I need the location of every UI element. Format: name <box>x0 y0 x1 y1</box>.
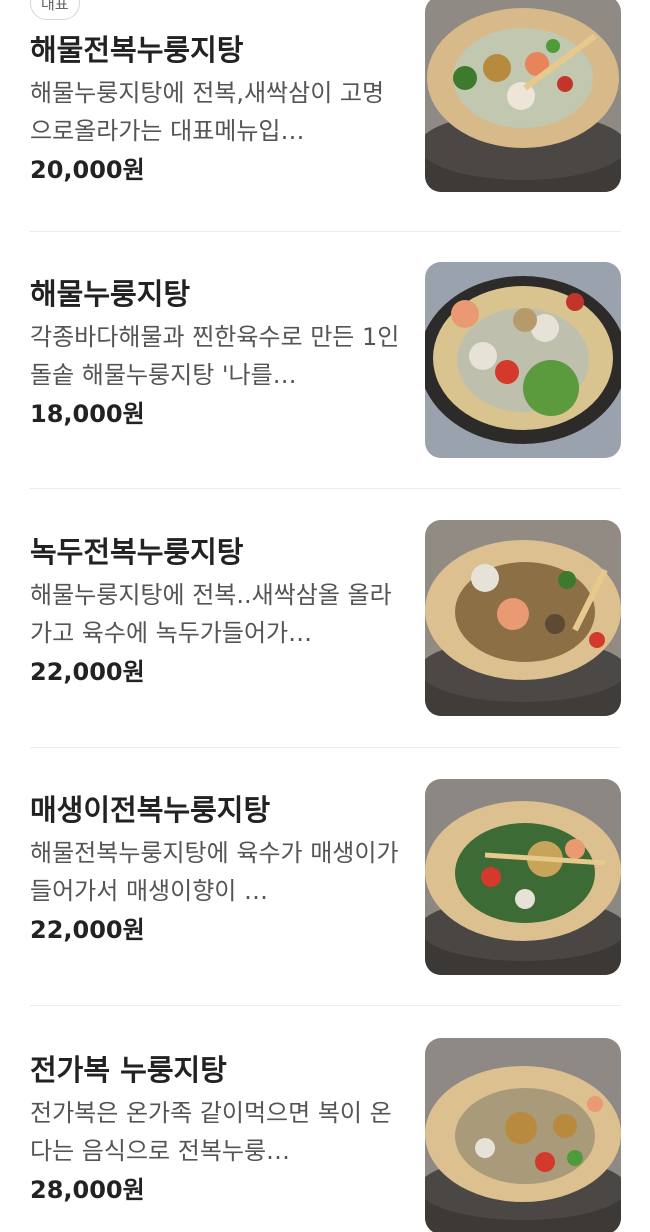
food-photo-icon <box>425 520 621 716</box>
menu-item-price: 28,000원 <box>30 1176 145 1204</box>
menu-item-text: 녹두전복누룽지탕 해물누룽지탕에 전복..새싹삼올 올라가고 육수에 녹두가들어… <box>30 532 402 690</box>
menu-item-text: 해물전복누룽지탕 해물누룽지탕에 전복,새싹삼이 고명으로올라가는 대표메뉴입…… <box>30 30 402 188</box>
menu-item-price: 20,000원 <box>30 156 145 184</box>
menu-item-description: 전가복은 온가족 같이먹으면 복이 온다는 음식으로 전복누룽… <box>30 1099 392 1165</box>
mungbean-abalone-nurungji-pot-photo[interactable] <box>425 520 621 716</box>
divider <box>30 231 621 232</box>
menu-item-name: 해물누룽지탕 <box>30 277 191 311</box>
food-photo-icon <box>425 0 621 192</box>
menu-item-jeongabok-nurungji[interactable]: 전가복 누룽지탕 전가복은 온가족 같이먹으면 복이 온다는 음식으로 전복누룽… <box>0 1032 650 1232</box>
food-photo-icon <box>425 1038 621 1232</box>
menu-item-name: 전가복 누룽지탕 <box>30 1053 227 1087</box>
menu-item-name: 해물전복누룽지탕 <box>30 33 244 67</box>
menu-item-mungbean-abalone-nurungji[interactable]: 녹두전복누룽지탕 해물누룽지탕에 전복..새싹삼올 올라가고 육수에 녹두가들어… <box>0 516 650 774</box>
menu-item-description: 해물누룽지탕에 전복..새싹삼올 올라가고 육수에 녹두가들어가… <box>30 581 392 647</box>
menu-item-seaweed-abalone-nurungji[interactable]: 매생이전복누룽지탕 해물전복누룽지탕에 육수가 매생이가 들어가서 매생이향이 … <box>0 774 650 1032</box>
menu-list: 대표 해물전복누룽지탕 해물누룽지탕에 전복,새싹삼이 고명으로올라가는 대표메… <box>0 0 650 1232</box>
menu-item-seafood-abalone-nurungji[interactable]: 대표 해물전복누룽지탕 해물누룽지탕에 전복,새싹삼이 고명으로올라가는 대표메… <box>0 0 650 258</box>
divider <box>30 747 621 748</box>
food-photo-icon <box>425 779 621 975</box>
divider <box>30 1005 621 1006</box>
menu-item-description: 각종바다해물과 찐한육수로 만든 1인돌솥 해물누룽지탕 '나를… <box>30 323 400 389</box>
signature-badge: 대표 <box>30 0 80 20</box>
menu-item-name: 녹두전복누룽지탕 <box>30 535 244 569</box>
menu-item-price: 18,000원 <box>30 400 145 428</box>
food-photo-icon <box>425 262 621 458</box>
menu-item-text: 해물누룽지탕 각종바다해물과 찐한육수로 만든 1인돌솥 해물누룽지탕 '나를…… <box>30 274 402 432</box>
menu-item-price: 22,000원 <box>30 916 145 944</box>
seafood-nurungji-pot-photo[interactable] <box>425 262 621 458</box>
seaweed-abalone-nurungji-pot-photo[interactable] <box>425 779 621 975</box>
menu-item-text: 매생이전복누룽지탕 해물전복누룽지탕에 육수가 매생이가 들어가서 매생이향이 … <box>30 790 402 948</box>
menu-item-text: 전가복 누룽지탕 전가복은 온가족 같이먹으면 복이 온다는 음식으로 전복누룽… <box>30 1050 402 1208</box>
divider <box>30 488 621 489</box>
menu-item-price: 22,000원 <box>30 658 145 686</box>
seafood-abalone-nurungji-pot-photo[interactable] <box>425 0 621 192</box>
menu-item-description: 해물누룽지탕에 전복,새싹삼이 고명으로올라가는 대표메뉴입… <box>30 79 385 145</box>
menu-item-seafood-nurungji[interactable]: 해물누룽지탕 각종바다해물과 찐한육수로 만든 1인돌솥 해물누룽지탕 '나를…… <box>0 258 650 516</box>
menu-item-description: 해물전복누룽지탕에 육수가 매생이가 들어가서 매생이향이 … <box>30 839 399 905</box>
jeongabok-nurungji-pot-photo[interactable] <box>425 1038 621 1232</box>
menu-item-name: 매생이전복누룽지탕 <box>30 793 271 827</box>
